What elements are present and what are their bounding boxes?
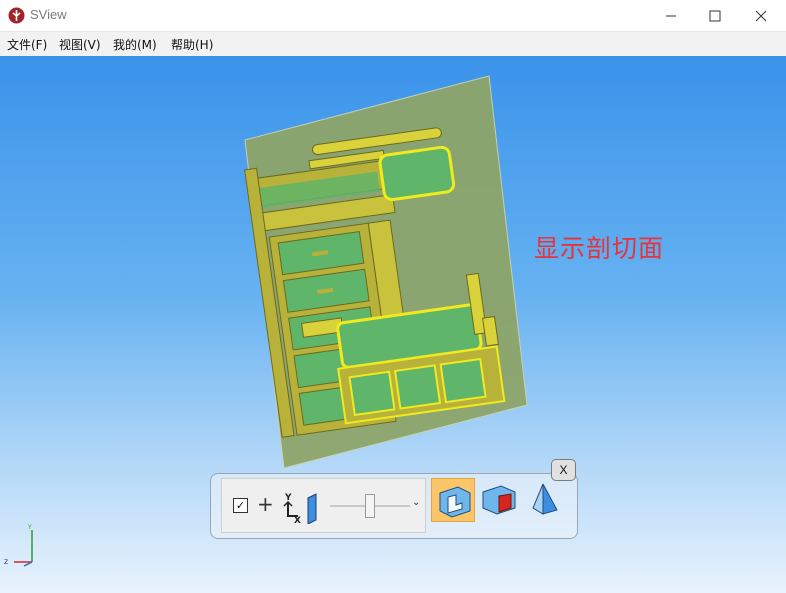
maximize-icon (709, 10, 721, 21)
chevron-down-icon[interactable]: ⌄ (412, 497, 420, 508)
plane-prism-icon (532, 483, 558, 515)
move-plane-icon[interactable]: + (257, 492, 274, 516)
menu-bar: 文件(F) 视图(V) 我的(M) 帮助(H) (0, 32, 786, 56)
3d-viewport[interactable]: 显示剖切面 ✓ + Y X ⌄ X Y Z (0, 56, 786, 593)
axis-x-label: X (294, 516, 301, 524)
triad-y-label: Y (27, 524, 32, 531)
section-fill-icon (482, 485, 516, 515)
app-logo-icon (8, 7, 25, 24)
menu-help[interactable]: 帮助(H) (171, 36, 213, 53)
triad-z-label: Z (4, 559, 8, 566)
section-cut-icon (439, 486, 471, 518)
section-view-button[interactable] (431, 478, 475, 522)
minimize-icon (666, 15, 676, 16)
axis-plane-icon[interactable]: Y X (280, 490, 330, 524)
plane-display-button[interactable] (523, 478, 567, 522)
close-button[interactable] (738, 0, 784, 31)
title-bar: SView (0, 0, 786, 32)
minimize-button[interactable] (648, 0, 694, 31)
menu-file[interactable]: 文件(F) (7, 36, 47, 53)
close-icon (755, 10, 767, 21)
plane-controls: ✓ + Y X ⌄ (221, 478, 426, 533)
maximize-button[interactable] (692, 0, 738, 31)
window-title: SView (30, 7, 67, 22)
menu-mine[interactable]: 我的(M) (113, 36, 157, 53)
show-plane-checkbox[interactable]: ✓ (233, 498, 248, 513)
section-fill-button[interactable] (477, 478, 521, 522)
section-toolbar: ✓ + Y X ⌄ (210, 473, 578, 539)
menu-view[interactable]: 视图(V) (59, 36, 101, 53)
toolbar-close-button[interactable]: X (551, 459, 576, 481)
slider-thumb[interactable] (365, 494, 375, 518)
section-plane-label: 显示剖切面 (534, 234, 665, 263)
plane-position-slider[interactable] (330, 494, 410, 518)
axis-triad-icon: Y Z (4, 524, 33, 567)
